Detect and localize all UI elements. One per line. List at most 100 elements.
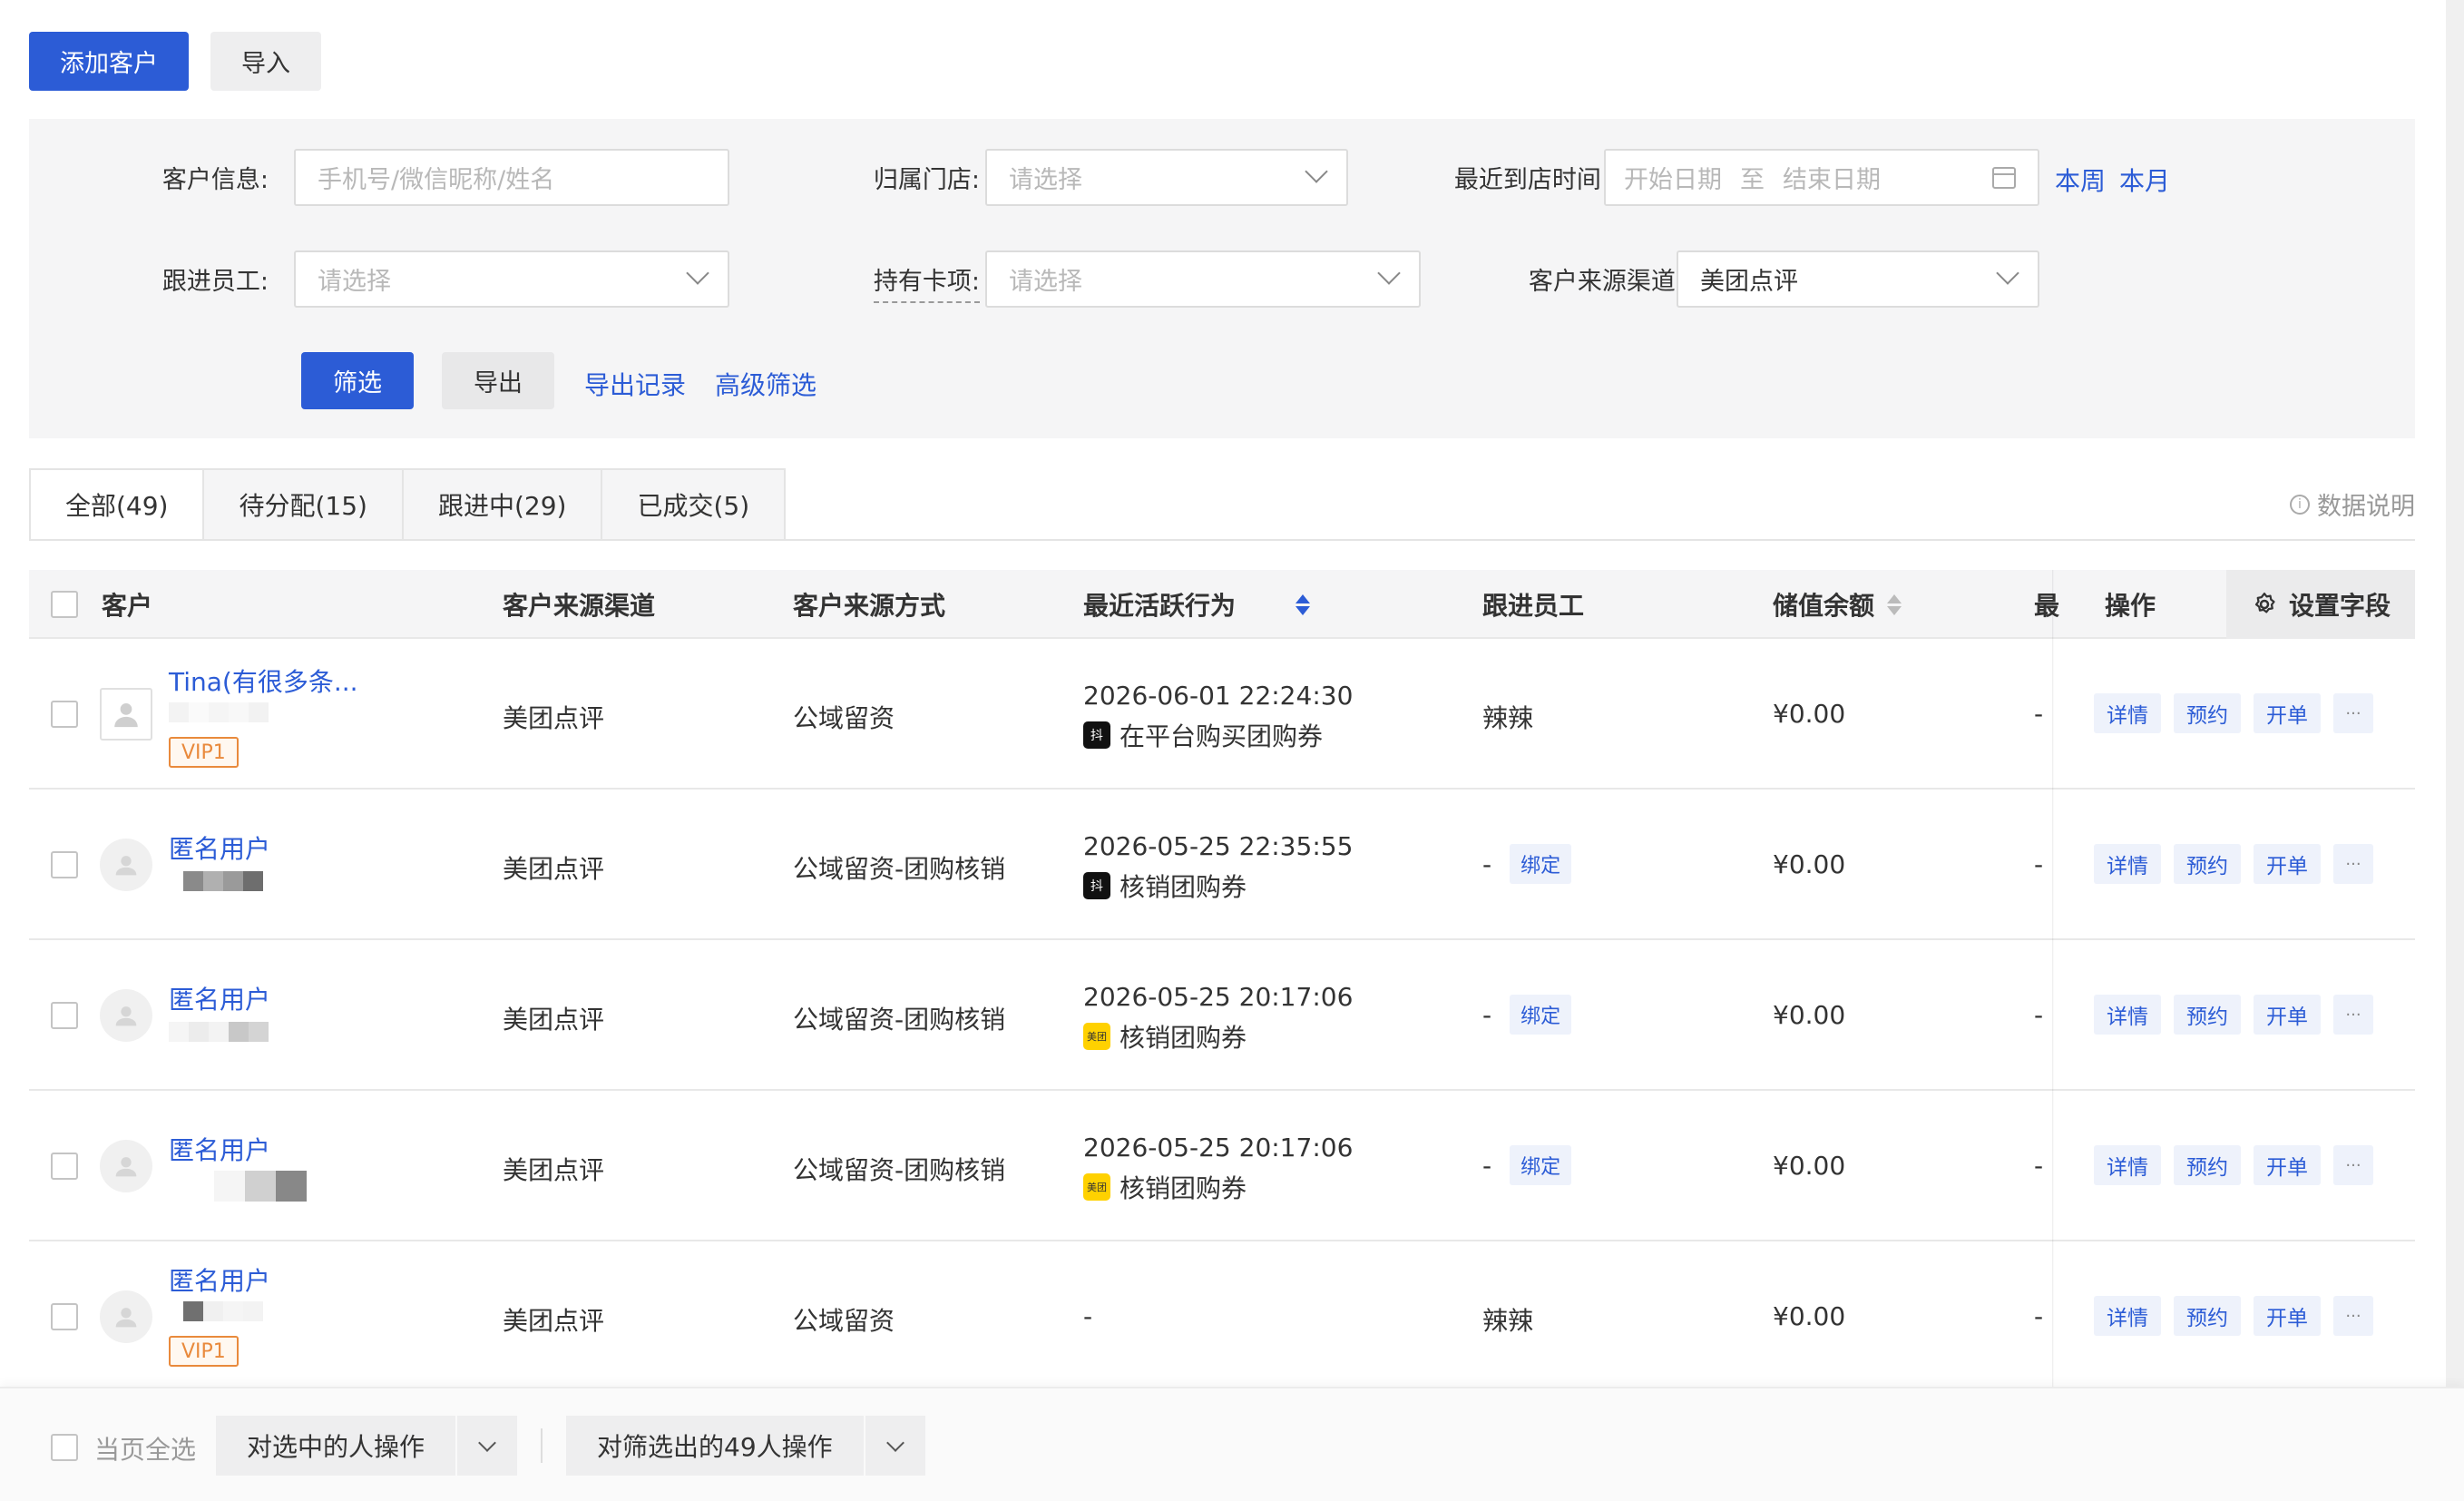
data-note-link[interactable]: i 数据说明 — [2290, 486, 2415, 522]
method-cell: 公域留资-团购核销 — [793, 1005, 1006, 1035]
customer-name-link[interactable]: 匿名用户 — [169, 1261, 270, 1298]
op-selected-button[interactable]: 对选中的人操作 — [216, 1416, 456, 1476]
detail-button[interactable]: 详情 — [2094, 995, 2161, 1035]
book-button[interactable]: 预约 — [2174, 995, 2241, 1035]
detail-button[interactable]: 详情 — [2094, 693, 2161, 733]
chevron-down-icon[interactable] — [455, 1416, 518, 1476]
bind-button[interactable]: 绑定 — [1510, 995, 1572, 1035]
avatar — [100, 839, 152, 891]
more-icon[interactable]: ··· — [2333, 1296, 2373, 1336]
tab-following[interactable]: 跟进中(29) — [403, 468, 603, 541]
this-week-link[interactable]: 本周 — [2055, 162, 2106, 198]
customer-name-link[interactable]: 匿名用户 — [169, 1131, 270, 1167]
fixed-column-shadow — [2052, 570, 2054, 1387]
detail-button[interactable]: 详情 — [2094, 844, 2161, 884]
advanced-filter-link[interactable]: 高级筛选 — [715, 366, 816, 402]
customer-name-link[interactable]: 匿名用户 — [169, 980, 270, 1016]
chevron-down-icon — [1996, 261, 2019, 285]
meituan-icon: 美团 — [1083, 1173, 1110, 1201]
bind-button[interactable]: 绑定 — [1510, 844, 1572, 884]
filter-button[interactable]: 筛选 — [301, 352, 414, 409]
chevron-down-icon — [686, 261, 709, 285]
row-checkbox[interactable] — [51, 851, 78, 878]
channel-select[interactable]: 美团点评 — [1677, 250, 2039, 308]
store-select[interactable]: 请选择 — [985, 149, 1348, 206]
row-checkbox[interactable] — [51, 1002, 78, 1029]
import-button[interactable]: 导入 — [210, 32, 321, 91]
staff-select[interactable]: 请选择 — [294, 250, 729, 308]
row-checkbox[interactable] — [51, 1303, 78, 1330]
card-placeholder: 请选择 — [1009, 268, 1082, 296]
tab-pending[interactable]: 待分配(15) — [204, 468, 404, 541]
detail-button[interactable]: 详情 — [2094, 1296, 2161, 1336]
header-balance-label: 储值余额 — [1773, 591, 1875, 621]
store-label: 归属门店: — [873, 166, 980, 194]
detail-button[interactable]: 详情 — [2094, 1145, 2161, 1185]
book-button[interactable]: 预约 — [2174, 693, 2241, 733]
avatar — [100, 688, 152, 741]
row-checkbox[interactable] — [51, 1153, 78, 1180]
more-icon[interactable]: ··· — [2333, 1145, 2373, 1185]
customer-name-link[interactable]: Tina(有很多条... — [169, 662, 358, 699]
table-header: 客户 客户来源渠道 客户来源方式 最近活跃行为 跟进员工 储值余额 最 操作 设… — [29, 570, 2415, 639]
header-balance[interactable]: 储值余额 — [1773, 570, 1902, 639]
header-last: 最 — [2034, 591, 2060, 621]
last-cell: - — [2034, 1000, 2044, 1030]
order-button[interactable]: 开单 — [2254, 1145, 2321, 1185]
user-icon — [115, 1006, 137, 1026]
tab-all[interactable]: 全部(49) — [29, 468, 205, 541]
table-row: 匿名用户 VIP1 美团点评 公域留资 - 辣辣 ¥0.00 - 详情 预约 开… — [29, 1241, 2415, 1392]
op-selected-dropdown[interactable]: 对选中的人操作 — [216, 1416, 518, 1476]
book-button[interactable]: 预约 — [2174, 1145, 2241, 1185]
order-button[interactable]: 开单 — [2254, 693, 2321, 733]
export-records-link[interactable]: 导出记录 — [584, 366, 686, 402]
table-row: 匿名用户 美团点评 公域留资-团购核销 2026-05-25 20:17:06 … — [29, 1091, 2415, 1241]
add-customer-button[interactable]: 添加客户 — [29, 32, 189, 91]
sort-icon[interactable] — [1296, 594, 1311, 615]
order-button[interactable]: 开单 — [2254, 995, 2321, 1035]
op-filtered-button[interactable]: 对筛选出的49人操作 — [566, 1416, 864, 1476]
export-button[interactable]: 导出 — [442, 352, 554, 409]
bind-button[interactable]: 绑定 — [1510, 1145, 1572, 1185]
avatar — [100, 1290, 152, 1343]
header-activity[interactable]: 最近活跃行为 — [1083, 570, 1311, 639]
balance-cell: ¥0.00 — [1773, 1000, 1846, 1030]
more-icon[interactable]: ··· — [2333, 693, 2373, 733]
card-select[interactable]: 请选择 — [985, 250, 1421, 308]
chevron-down-icon[interactable] — [863, 1416, 925, 1476]
sort-icon[interactable] — [1887, 594, 1902, 615]
masked-phone — [183, 871, 263, 891]
vip-badge: VIP1 — [169, 737, 239, 768]
more-icon[interactable]: ··· — [2333, 995, 2373, 1035]
last-visit-daterange[interactable]: 开始日期 至 结束日期 — [1604, 149, 2039, 206]
staff-label: 跟进员工: — [161, 268, 269, 296]
select-all-checkbox[interactable] — [51, 591, 78, 618]
status-tabs: 全部(49) 待分配(15) 跟进中(29) 已成交(5) — [29, 468, 787, 541]
book-button[interactable]: 预约 — [2174, 844, 2241, 884]
this-month-link[interactable]: 本月 — [2119, 162, 2170, 198]
last-cell: - — [2034, 1151, 2044, 1181]
last-visit-label: 最近到店时间: — [1453, 166, 1609, 194]
row-actions: 详情 预约 开单 ··· — [2094, 1296, 2373, 1336]
scrollbar[interactable] — [2446, 0, 2464, 1387]
row-actions: 详情 预约 开单 ··· — [2094, 1145, 2373, 1185]
row-actions: 详情 预约 开单 ··· — [2094, 995, 2373, 1035]
order-button[interactable]: 开单 — [2254, 1296, 2321, 1336]
set-fields-button[interactable]: 设置字段 — [2226, 570, 2415, 639]
customer-name-link[interactable]: 匿名用户 — [169, 829, 270, 866]
activity-desc-text: 核销团购券 — [1120, 1023, 1247, 1053]
customer-info-input[interactable]: 手机号/微信昵称/姓名 — [294, 149, 729, 206]
tab-closed[interactable]: 已成交(5) — [602, 468, 787, 541]
header-ops: 操作 — [2105, 591, 2156, 621]
bulk-action-bar: 当页全选 对选中的人操作 对筛选出的49人操作 — [0, 1387, 2464, 1501]
table-row: 匿名用户 美团点评 公域留资-团购核销 2026-05-25 22:35:55 … — [29, 790, 2415, 940]
row-checkbox[interactable] — [51, 701, 78, 728]
customer-info-label: 客户信息: — [161, 166, 269, 194]
order-button[interactable]: 开单 — [2254, 844, 2321, 884]
op-filtered-dropdown[interactable]: 对筛选出的49人操作 — [566, 1416, 925, 1476]
select-page-checkbox[interactable] — [51, 1434, 78, 1461]
book-button[interactable]: 预约 — [2174, 1296, 2241, 1336]
more-icon[interactable]: ··· — [2333, 844, 2373, 884]
staff-value: - — [1482, 849, 1492, 879]
staff-cell: - 绑定 — [1482, 844, 1572, 884]
